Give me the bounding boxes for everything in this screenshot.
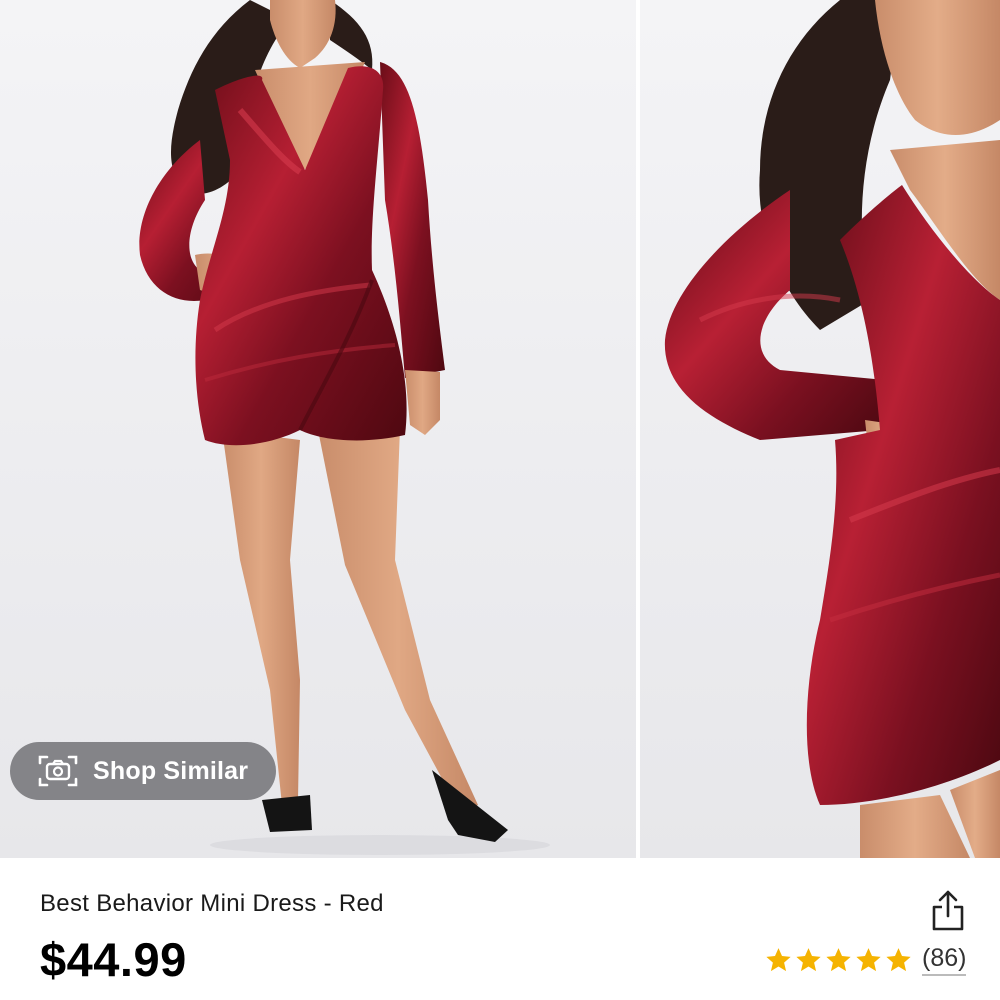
share-button[interactable] bbox=[928, 888, 968, 932]
product-rating[interactable]: (86) bbox=[764, 944, 967, 976]
model-detail-illustration bbox=[664, 0, 1000, 858]
star-icon bbox=[826, 948, 851, 972]
review-count-link[interactable]: (86) bbox=[922, 944, 967, 976]
star-icon bbox=[886, 948, 911, 972]
product-image-carousel[interactable]: Shop Similar bbox=[0, 0, 1000, 858]
product-photo-full-length[interactable] bbox=[0, 0, 636, 858]
product-title: Best Behavior Mini Dress - Red bbox=[40, 890, 384, 917]
camera-icon bbox=[38, 755, 78, 787]
star-icon bbox=[766, 948, 791, 972]
product-info: Best Behavior Mini Dress - Red $44.99 (8… bbox=[0, 858, 1000, 1000]
product-photo-detail[interactable] bbox=[640, 0, 1000, 858]
star-icon bbox=[796, 948, 821, 972]
shop-similar-label: Shop Similar bbox=[93, 756, 249, 785]
star-rating bbox=[764, 946, 914, 974]
shop-similar-button[interactable]: Shop Similar bbox=[10, 742, 276, 800]
product-price: $44.99 bbox=[40, 933, 187, 986]
share-icon bbox=[932, 890, 964, 931]
product-page: Shop Similar Best Behavior Mini Dress - … bbox=[0, 0, 1000, 1000]
model-full-length-illustration bbox=[139, 0, 550, 855]
star-icon bbox=[856, 948, 881, 972]
